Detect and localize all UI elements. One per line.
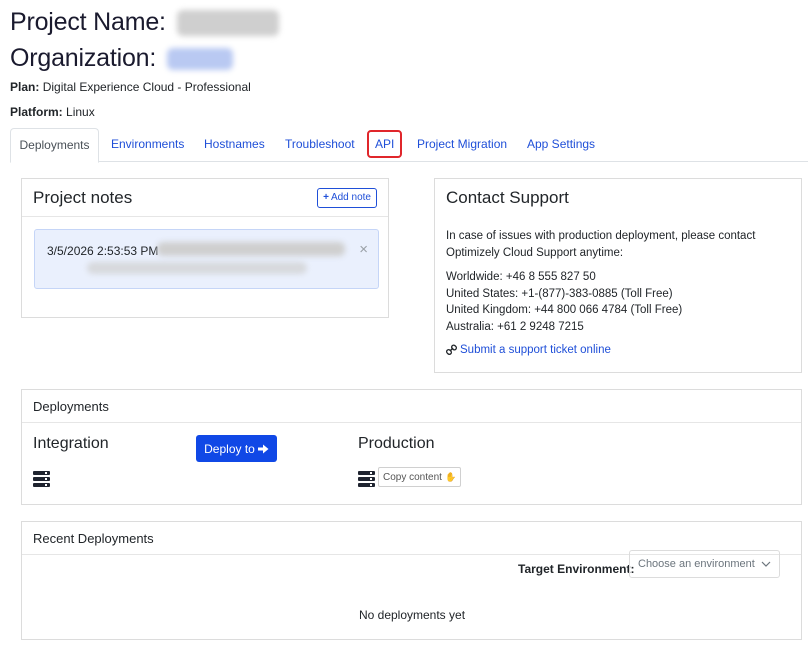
deployments-header: Deployments xyxy=(22,390,801,423)
note-item: 3/5/2026 2:53:53 PM × xyxy=(34,229,379,289)
tab-troubleshoot[interactable]: Troubleshoot xyxy=(275,128,365,162)
organization-label: Organization: xyxy=(10,44,157,72)
deployments-title: Deployments xyxy=(33,398,109,414)
server-icon xyxy=(358,471,375,487)
support-ticket-label: Submit a support ticket online xyxy=(460,344,611,356)
no-deployments-message: No deployments yet xyxy=(358,608,466,622)
platform-line: Platform: Linux xyxy=(10,105,95,119)
project-name-line: Project Name: xyxy=(10,8,279,37)
hand-icon: ✋ xyxy=(444,471,457,482)
support-intro-line-2: Optimizely Cloud Support anytime: xyxy=(446,246,624,259)
deployments-card: Deployments Integration Deploy to Produc… xyxy=(21,389,802,505)
support-ticket-link[interactable]: Submit a support ticket online xyxy=(446,344,611,356)
support-phone-list: Worldwide: +46 8 555 827 50 United State… xyxy=(446,269,682,335)
plan-line: Plan: Digital Experience Cloud - Profess… xyxy=(10,80,251,94)
plan-value: Digital Experience Cloud - Professional xyxy=(42,80,251,94)
target-environment-label: Target Environment: xyxy=(518,562,635,576)
contact-support-header: Contact Support xyxy=(435,179,801,217)
platform-value: Linux xyxy=(66,105,95,119)
tab-environments[interactable]: Environments xyxy=(101,128,194,162)
arrow-right-icon xyxy=(257,444,269,453)
deploy-to-button[interactable]: Deploy to xyxy=(196,435,277,462)
note-text-redacted-2 xyxy=(87,262,307,274)
note-date: 3/5/2026 2:53:53 PM xyxy=(47,244,159,258)
project-name-label: Project Name: xyxy=(10,8,166,36)
recent-deployments-title: Recent Deployments xyxy=(33,530,154,546)
recent-deployments-card: Recent Deployments Target Environment: C… xyxy=(21,521,802,640)
add-note-button[interactable]: + Add note xyxy=(317,187,377,208)
link-icon xyxy=(446,344,457,356)
platform-label: Platform: xyxy=(10,105,63,119)
tab-project-migration[interactable]: Project Migration xyxy=(407,128,517,162)
plan-label: Plan: xyxy=(10,80,40,94)
contact-support-card: Contact Support In case of issues with p… xyxy=(434,178,802,373)
target-environment-placeholder: Choose an environment xyxy=(638,558,755,570)
support-phone-uk: United Kingdom: +44 800 066 4784 (Toll F… xyxy=(446,304,683,316)
project-name-redacted xyxy=(176,10,279,37)
note-text-redacted xyxy=(157,242,345,256)
support-phone-worldwide: Worldwide: +46 8 555 827 50 xyxy=(446,271,596,283)
chevron-down-icon xyxy=(761,561,771,567)
support-intro-line-1: In case of issues with production deploy… xyxy=(446,230,756,242)
tab-api[interactable]: API xyxy=(367,130,403,158)
plus-icon: + xyxy=(323,191,329,203)
project-notes-title: Project notes xyxy=(33,187,133,207)
copy-content-button[interactable]: Copy content ✋ xyxy=(378,467,462,487)
target-environment-select[interactable]: Choose an environment xyxy=(629,550,780,578)
organization-line: Organization: xyxy=(10,44,233,73)
tab-deployments[interactable]: Deployments xyxy=(10,128,99,163)
support-phone-us: United States: +1-(877)-383-0885 (Toll F… xyxy=(446,287,673,300)
integration-label: Integration xyxy=(33,435,109,452)
add-note-label: Add note xyxy=(330,191,371,203)
project-notes-header: Project notes + Add note xyxy=(22,179,388,217)
tab-hostnames[interactable]: Hostnames xyxy=(194,128,275,162)
project-notes-card: Project notes + Add note 3/5/2026 2:53:53… xyxy=(21,178,389,318)
organization-redacted[interactable] xyxy=(166,48,233,71)
support-intro: In case of issues with production deploy… xyxy=(446,228,755,261)
tab-bar: Deployments Environments Hostnames Troub… xyxy=(10,128,808,163)
copy-content-label: Copy content xyxy=(383,471,442,483)
server-icon xyxy=(33,471,50,487)
deploy-to-label: Deploy to xyxy=(204,441,255,456)
production-label: Production xyxy=(358,435,435,452)
contact-support-title: Contact Support xyxy=(446,188,569,207)
support-phone-au: Australia: +61 2 9248 7215 xyxy=(446,320,584,333)
close-icon[interactable]: × xyxy=(359,241,368,258)
tab-app-settings[interactable]: App Settings xyxy=(517,128,605,162)
